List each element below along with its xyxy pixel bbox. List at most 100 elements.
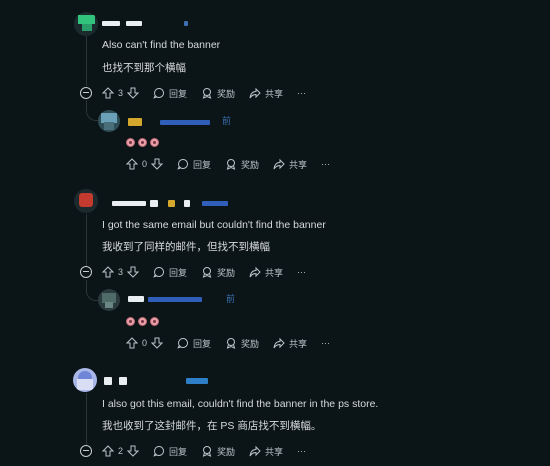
username[interactable]: [126, 21, 142, 26]
share-label: 共享: [289, 338, 308, 349]
comment-text-translation: 也找不到那个横幅: [102, 62, 186, 74]
username[interactable]: [112, 201, 146, 206]
comment-text: Also can't find the banner: [102, 39, 221, 51]
username[interactable]: [168, 200, 175, 207]
speech-bubble-icon: [153, 445, 165, 457]
more-options-button[interactable]: ···: [321, 338, 330, 348]
speech-bubble-icon: [177, 337, 189, 349]
share-label: 共享: [289, 159, 308, 170]
comment-actions: 0 回复 奖励 共享 ···: [126, 334, 344, 352]
award-icon: [225, 337, 237, 349]
award-icon: [201, 445, 213, 457]
award-badge: [138, 317, 147, 326]
avatar[interactable]: [98, 289, 120, 311]
username[interactable]: [104, 377, 112, 385]
award-button[interactable]: 奖励: [201, 87, 235, 100]
comment-text-translation: 我也收到了这封邮件，在 PS 商店找不到横幅。: [102, 420, 322, 432]
share-button[interactable]: 共享: [249, 87, 283, 100]
timestamp: [202, 201, 228, 206]
username[interactable]: [184, 200, 190, 207]
username[interactable]: [102, 21, 120, 26]
share-button[interactable]: 共享: [249, 266, 283, 279]
award-label: 奖励: [217, 88, 236, 99]
avatar[interactable]: [74, 189, 98, 213]
reply-label: 回复: [169, 267, 188, 278]
collapse-thread-button[interactable]: [80, 266, 92, 278]
downvote-icon[interactable]: [151, 337, 164, 349]
award-button[interactable]: 奖励: [201, 445, 235, 458]
upvote-icon[interactable]: [102, 445, 114, 457]
downvote-icon[interactable]: [127, 445, 140, 457]
vote-control: 3: [102, 266, 140, 278]
more-options-button[interactable]: ···: [297, 88, 306, 98]
reply-button[interactable]: 回复: [153, 87, 187, 100]
share-icon: [249, 266, 261, 278]
thread-line: [86, 393, 87, 445]
vote-control: 3: [102, 87, 140, 99]
comment-actions: 3 回复 奖励 共享 ···: [102, 263, 320, 281]
share-button[interactable]: 共享: [273, 158, 307, 171]
comment-text: I got the same email but couldn't find t…: [102, 219, 326, 231]
share-icon: [249, 445, 261, 457]
downvote-icon[interactable]: [151, 158, 164, 170]
reply-button[interactable]: 回复: [177, 158, 211, 171]
vote-count: 3: [118, 88, 124, 98]
share-label: 共享: [265, 446, 284, 457]
comment-actions: 0 回复 奖励 共享 ···: [126, 155, 344, 173]
award-button[interactable]: 奖励: [225, 158, 259, 171]
avatar[interactable]: [98, 110, 120, 132]
more-icon: ···: [321, 159, 331, 169]
vote-control: 2: [102, 445, 140, 457]
upvote-icon[interactable]: [126, 337, 138, 349]
downvote-icon[interactable]: [127, 266, 140, 278]
share-button[interactable]: 共享: [249, 445, 283, 458]
more-options-button[interactable]: ···: [321, 159, 330, 169]
upvote-icon[interactable]: [102, 87, 114, 99]
comment-actions: 3 回复 奖励 共享 ···: [102, 84, 320, 102]
reply-timestamp: 前: [222, 116, 232, 126]
timestamp: [184, 21, 188, 26]
reply-button[interactable]: 回复: [153, 445, 187, 458]
reply-label: 回复: [193, 338, 212, 349]
comment-text: I also got this email, couldn't find the…: [102, 398, 379, 410]
upvote-icon[interactable]: [102, 266, 114, 278]
collapse-thread-button[interactable]: [80, 445, 92, 457]
timestamp: [186, 378, 208, 384]
reply-button[interactable]: 回复: [153, 266, 187, 279]
username[interactable]: [150, 200, 158, 207]
award-badges: [126, 138, 159, 147]
avatar[interactable]: [73, 368, 97, 392]
share-button[interactable]: 共享: [273, 337, 307, 350]
thread-line: [86, 34, 87, 86]
vote-count: 3: [118, 267, 124, 277]
award-badge: [150, 138, 159, 147]
downvote-icon[interactable]: [127, 87, 140, 99]
award-badge: [126, 138, 135, 147]
more-options-button[interactable]: ···: [297, 267, 306, 277]
username[interactable]: [160, 120, 210, 125]
thread-line: [86, 214, 87, 266]
username[interactable]: [128, 118, 142, 126]
username[interactable]: [128, 296, 144, 302]
share-icon: [273, 158, 285, 170]
upvote-icon[interactable]: [126, 158, 138, 170]
more-options-button[interactable]: ···: [297, 446, 306, 456]
award-button[interactable]: 奖励: [225, 337, 259, 350]
speech-bubble-icon: [153, 266, 165, 278]
speech-bubble-icon: [177, 158, 189, 170]
reply-label: 回复: [193, 159, 212, 170]
reply-timestamp: 前: [226, 294, 236, 304]
speech-bubble-icon: [153, 87, 165, 99]
award-icon: [225, 158, 237, 170]
award-label: 奖励: [217, 267, 236, 278]
vote-count: 0: [142, 159, 148, 169]
avatar[interactable]: [74, 12, 98, 36]
username[interactable]: [148, 297, 202, 302]
share-icon: [273, 337, 285, 349]
username[interactable]: [119, 377, 127, 385]
award-icon: [201, 87, 213, 99]
reply-button[interactable]: 回复: [177, 337, 211, 350]
collapse-thread-button[interactable]: [80, 87, 92, 99]
award-button[interactable]: 奖励: [201, 266, 235, 279]
share-label: 共享: [265, 88, 284, 99]
